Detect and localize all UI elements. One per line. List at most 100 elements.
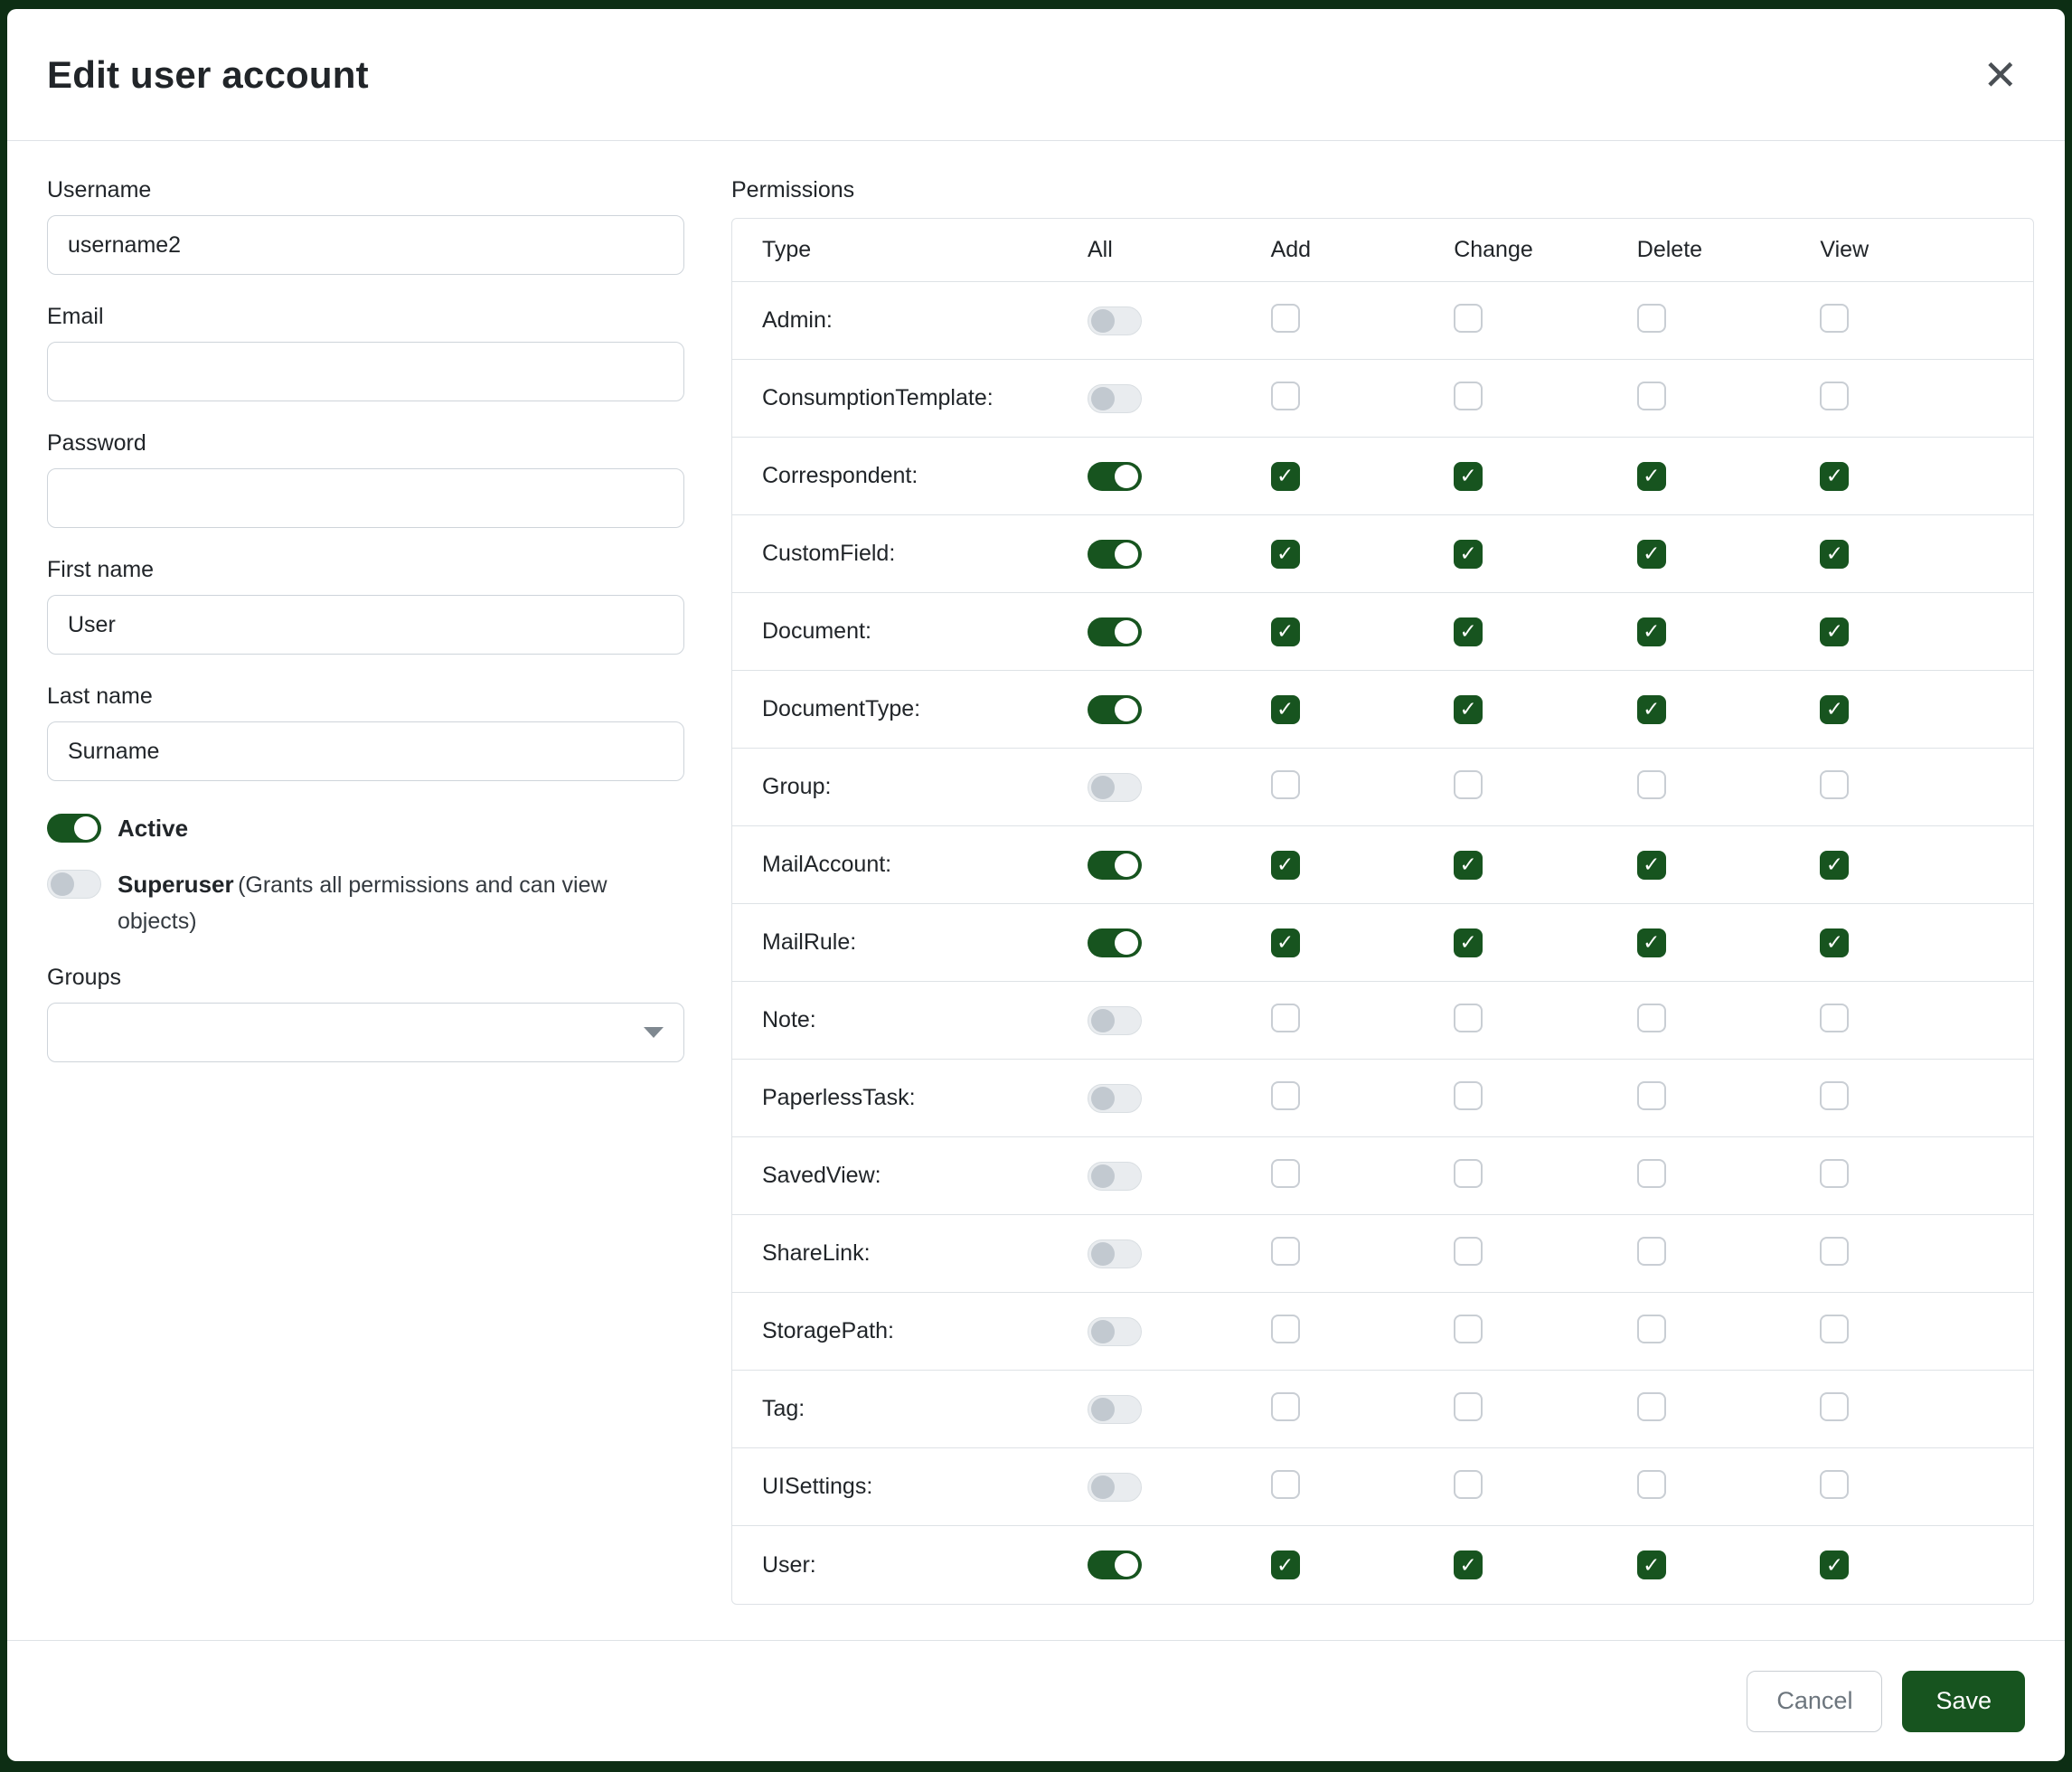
permission-view-checkbox[interactable] — [1820, 1315, 1849, 1343]
permission-delete-checkbox[interactable] — [1637, 1081, 1666, 1110]
permission-delete-checkbox[interactable] — [1637, 851, 1666, 880]
permission-type-label: MailAccount: — [762, 852, 1088, 878]
permission-all-toggle[interactable] — [1088, 1473, 1142, 1502]
permission-delete-checkbox[interactable] — [1637, 1315, 1666, 1343]
permission-add-checkbox[interactable] — [1271, 1392, 1300, 1421]
permission-delete-checkbox[interactable] — [1637, 695, 1666, 724]
permission-view-checkbox[interactable] — [1820, 1550, 1849, 1579]
permission-add-checkbox[interactable] — [1271, 540, 1300, 569]
permission-change-checkbox[interactable] — [1454, 304, 1483, 333]
permission-view-checkbox[interactable] — [1820, 1004, 1849, 1032]
permission-change-checkbox[interactable] — [1454, 1392, 1483, 1421]
permission-change-checkbox[interactable] — [1454, 1315, 1483, 1343]
permission-change-checkbox[interactable] — [1454, 382, 1483, 410]
permission-row: ShareLink: — [732, 1215, 2033, 1293]
first-name-input[interactable] — [47, 595, 684, 655]
permission-all-toggle[interactable] — [1088, 540, 1142, 569]
permission-all-toggle[interactable] — [1088, 462, 1142, 491]
permission-change-checkbox[interactable] — [1454, 1081, 1483, 1110]
last-name-input[interactable] — [47, 721, 684, 781]
permission-all-toggle[interactable] — [1088, 851, 1142, 880]
cancel-button[interactable]: Cancel — [1747, 1671, 1882, 1732]
permission-view-checkbox[interactable] — [1820, 304, 1849, 333]
permission-add-checkbox[interactable] — [1271, 695, 1300, 724]
permission-add-checkbox[interactable] — [1271, 462, 1300, 491]
permission-all-toggle[interactable] — [1088, 1006, 1142, 1035]
permission-add-checkbox[interactable] — [1271, 851, 1300, 880]
groups-select[interactable] — [47, 1003, 684, 1062]
permission-delete-checkbox[interactable] — [1637, 1550, 1666, 1579]
permission-add-checkbox[interactable] — [1271, 382, 1300, 410]
permission-view-checkbox[interactable] — [1820, 617, 1849, 646]
permission-delete-checkbox[interactable] — [1637, 928, 1666, 957]
permission-delete-checkbox[interactable] — [1637, 770, 1666, 799]
permission-change-checkbox[interactable] — [1454, 462, 1483, 491]
permission-view-checkbox[interactable] — [1820, 770, 1849, 799]
permission-add-checkbox[interactable] — [1271, 617, 1300, 646]
permission-all-toggle[interactable] — [1088, 617, 1142, 646]
permission-all-toggle[interactable] — [1088, 306, 1142, 335]
permission-add-checkbox[interactable] — [1271, 770, 1300, 799]
permission-view-checkbox[interactable] — [1820, 1159, 1849, 1188]
username-input[interactable] — [47, 215, 684, 275]
permission-change-checkbox[interactable] — [1454, 1004, 1483, 1032]
permissions-label: Permissions — [731, 177, 2034, 203]
permission-add-checkbox[interactable] — [1271, 1081, 1300, 1110]
permission-view-checkbox[interactable] — [1820, 540, 1849, 569]
permission-add-checkbox[interactable] — [1271, 1004, 1300, 1032]
close-icon[interactable]: ✕ — [1975, 47, 2025, 103]
superuser-toggle[interactable] — [47, 870, 101, 899]
permission-change-checkbox[interactable] — [1454, 540, 1483, 569]
permission-change-checkbox[interactable] — [1454, 695, 1483, 724]
permission-change-checkbox[interactable] — [1454, 1470, 1483, 1499]
permission-view-checkbox[interactable] — [1820, 928, 1849, 957]
permission-change-checkbox[interactable] — [1454, 770, 1483, 799]
permission-view-checkbox[interactable] — [1820, 1081, 1849, 1110]
permission-change-checkbox[interactable] — [1454, 1159, 1483, 1188]
permission-change-checkbox[interactable] — [1454, 617, 1483, 646]
permission-all-toggle[interactable] — [1088, 1239, 1142, 1268]
permission-all-toggle[interactable] — [1088, 1162, 1142, 1191]
permission-add-checkbox[interactable] — [1271, 1550, 1300, 1579]
permission-change-checkbox[interactable] — [1454, 851, 1483, 880]
permission-add-checkbox[interactable] — [1271, 1315, 1300, 1343]
save-button[interactable]: Save — [1902, 1671, 2025, 1732]
permission-all-toggle[interactable] — [1088, 1317, 1142, 1346]
permission-add-checkbox[interactable] — [1271, 304, 1300, 333]
permission-view-checkbox[interactable] — [1820, 1392, 1849, 1421]
permission-delete-checkbox[interactable] — [1637, 462, 1666, 491]
permission-delete-checkbox[interactable] — [1637, 540, 1666, 569]
permission-view-checkbox[interactable] — [1820, 695, 1849, 724]
permission-all-toggle[interactable] — [1088, 773, 1142, 802]
permission-delete-checkbox[interactable] — [1637, 382, 1666, 410]
permission-change-checkbox[interactable] — [1454, 1550, 1483, 1579]
permission-all-toggle[interactable] — [1088, 695, 1142, 724]
permission-all-toggle[interactable] — [1088, 1084, 1142, 1113]
permission-add-checkbox[interactable] — [1271, 1470, 1300, 1499]
email-input[interactable] — [47, 342, 684, 401]
active-toggle[interactable] — [47, 814, 101, 843]
permission-delete-checkbox[interactable] — [1637, 1237, 1666, 1266]
permission-view-checkbox[interactable] — [1820, 382, 1849, 410]
permission-delete-checkbox[interactable] — [1637, 1470, 1666, 1499]
permission-view-checkbox[interactable] — [1820, 851, 1849, 880]
permission-add-checkbox[interactable] — [1271, 1159, 1300, 1188]
permission-change-checkbox[interactable] — [1454, 1237, 1483, 1266]
permission-delete-checkbox[interactable] — [1637, 1392, 1666, 1421]
permission-all-toggle[interactable] — [1088, 1395, 1142, 1424]
permission-view-checkbox[interactable] — [1820, 462, 1849, 491]
permission-all-toggle[interactable] — [1088, 928, 1142, 957]
permission-add-checkbox[interactable] — [1271, 928, 1300, 957]
permission-view-checkbox[interactable] — [1820, 1237, 1849, 1266]
permission-all-toggle[interactable] — [1088, 1550, 1142, 1579]
permission-view-checkbox[interactable] — [1820, 1470, 1849, 1499]
permission-add-checkbox[interactable] — [1271, 1237, 1300, 1266]
permission-delete-checkbox[interactable] — [1637, 1159, 1666, 1188]
password-input[interactable] — [47, 468, 684, 528]
permission-row: MailAccount: — [732, 826, 2033, 904]
permission-delete-checkbox[interactable] — [1637, 304, 1666, 333]
permission-change-checkbox[interactable] — [1454, 928, 1483, 957]
permission-delete-checkbox[interactable] — [1637, 1004, 1666, 1032]
permission-all-toggle[interactable] — [1088, 384, 1142, 413]
permission-delete-checkbox[interactable] — [1637, 617, 1666, 646]
